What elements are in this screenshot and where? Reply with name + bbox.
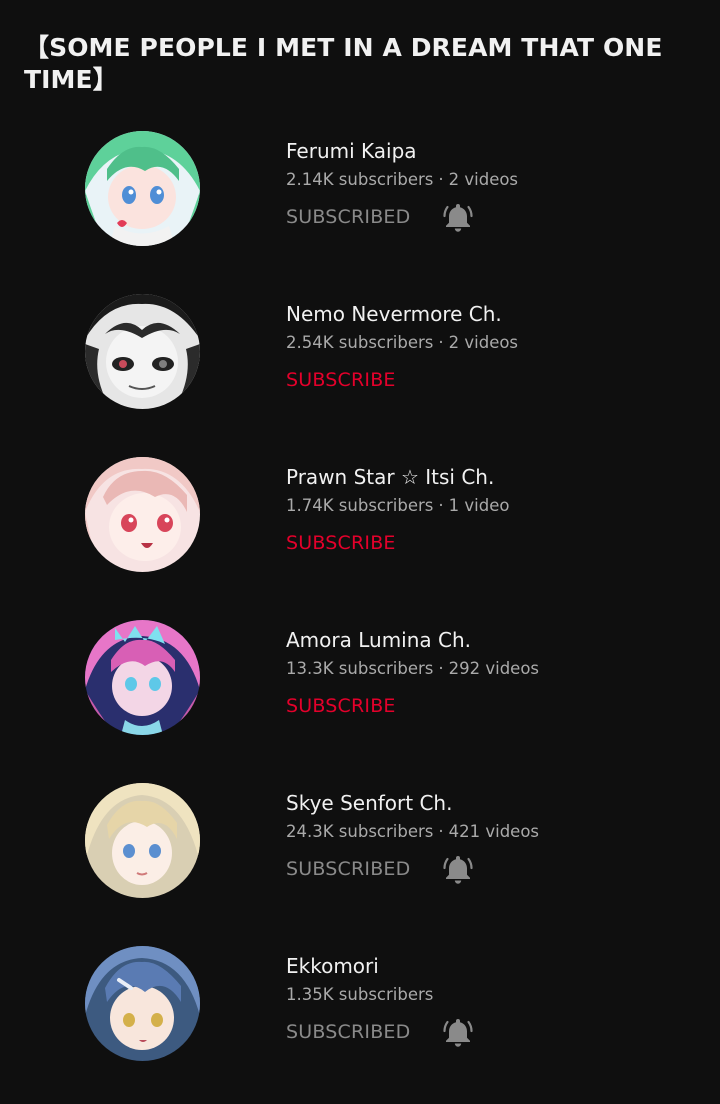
action-line: SUBSCRIBED: [286, 1016, 474, 1048]
channel-row[interactable]: Ferumi Kaipa 2.14K subscribers · 2 videos …: [0, 126, 720, 289]
meta-separator: ·: [438, 170, 444, 189]
channel-row[interactable]: Ekkomori 1.35K subscribers SUBSCRIBED: [0, 941, 720, 1104]
action-line: SUBSCRIBE: [286, 692, 539, 720]
channel-avatar[interactable]: [85, 457, 200, 572]
video-count: 2 videos: [448, 170, 519, 189]
subscribe-button[interactable]: SUBSCRIBE: [286, 368, 396, 392]
subscriber-count: 2.54K subscribers: [286, 333, 434, 352]
channel-info: Ferumi Kaipa 2.14K subscribers · 2 videos …: [286, 138, 518, 233]
subscribe-button[interactable]: SUBSCRIBE: [286, 531, 396, 555]
meta-separator: ·: [438, 333, 444, 352]
channel-name[interactable]: Ferumi Kaipa: [286, 138, 518, 164]
meta-separator: ·: [438, 822, 444, 841]
channel-row[interactable]: Nemo Nevermore Ch. 2.54K subscribers · 2 v…: [0, 289, 720, 452]
subscriber-count: 13.3K subscribers: [286, 659, 434, 678]
channel-meta: 1.35K subscribers: [286, 984, 474, 1006]
channel-meta: 1.74K subscribers · 1 video: [286, 495, 509, 517]
video-count: 421 videos: [448, 822, 540, 841]
channel-name[interactable]: Prawn Star ☆ Itsi Ch.: [286, 464, 509, 490]
action-line: SUBSCRIBE: [286, 366, 518, 394]
channel-row[interactable]: Amora Lumina Ch. 13.3K subscribers · 292 v…: [0, 615, 720, 778]
channel-meta: 2.54K subscribers · 2 videos: [286, 332, 518, 354]
video-count: 2 videos: [448, 333, 519, 352]
channel-row[interactable]: Skye Senfort Ch. 24.3K subscribers · 421 v…: [0, 778, 720, 941]
section-title: 【SOME PEOPLE I MET IN A DREAM THAT ONE T…: [24, 33, 663, 94]
video-count: 292 videos: [448, 659, 540, 678]
subscribed-button[interactable]: SUBSCRIBED: [286, 1020, 410, 1044]
channel-avatar[interactable]: [85, 294, 200, 409]
notification-bell-icon[interactable]: [442, 201, 474, 233]
channel-info: Amora Lumina Ch. 13.3K subscribers · 292 v…: [286, 627, 539, 720]
meta-separator: ·: [438, 496, 444, 515]
channel-name[interactable]: Skye Senfort Ch.: [286, 790, 539, 816]
channel-avatar[interactable]: [85, 620, 200, 735]
action-line: SUBSCRIBE: [286, 529, 509, 557]
notification-bell-icon[interactable]: [442, 853, 474, 885]
subscriber-count: 1.74K subscribers: [286, 496, 434, 515]
channel-row[interactable]: Prawn Star ☆ Itsi Ch. 1.74K subscribers ·…: [0, 452, 720, 615]
channel-name[interactable]: Ekkomori: [286, 953, 474, 979]
channel-avatar[interactable]: [85, 783, 200, 898]
channel-avatar[interactable]: [85, 946, 200, 1061]
subscribed-button[interactable]: SUBSCRIBED: [286, 857, 410, 881]
channel-meta: 2.14K subscribers · 2 videos: [286, 169, 518, 191]
notification-bell-icon[interactable]: [442, 1016, 474, 1048]
subscriber-count: 2.14K subscribers: [286, 170, 434, 189]
subscribed-button[interactable]: SUBSCRIBED: [286, 205, 410, 229]
meta-separator: ·: [438, 659, 444, 678]
channel-info: Skye Senfort Ch. 24.3K subscribers · 421 v…: [286, 790, 539, 885]
channel-list: Ferumi Kaipa 2.14K subscribers · 2 videos …: [0, 126, 720, 1104]
channel-avatar[interactable]: [85, 131, 200, 246]
subscriber-count: 24.3K subscribers: [286, 822, 434, 841]
video-count: 1 video: [448, 496, 510, 515]
channel-name[interactable]: Amora Lumina Ch.: [286, 627, 539, 653]
channel-name[interactable]: Nemo Nevermore Ch.: [286, 301, 518, 327]
action-line: SUBSCRIBED: [286, 853, 539, 885]
subscribe-button[interactable]: SUBSCRIBE: [286, 694, 396, 718]
channel-info: Prawn Star ☆ Itsi Ch. 1.74K subscribers ·…: [286, 464, 509, 557]
action-line: SUBSCRIBED: [286, 201, 518, 233]
channel-meta: 13.3K subscribers · 292 videos: [286, 658, 539, 680]
subscriber-count: 1.35K subscribers: [286, 985, 434, 1004]
channel-info: Nemo Nevermore Ch. 2.54K subscribers · 2 v…: [286, 301, 518, 394]
channel-meta: 24.3K subscribers · 421 videos: [286, 821, 539, 843]
channel-info: Ekkomori 1.35K subscribers SUBSCRIBED: [286, 953, 474, 1048]
